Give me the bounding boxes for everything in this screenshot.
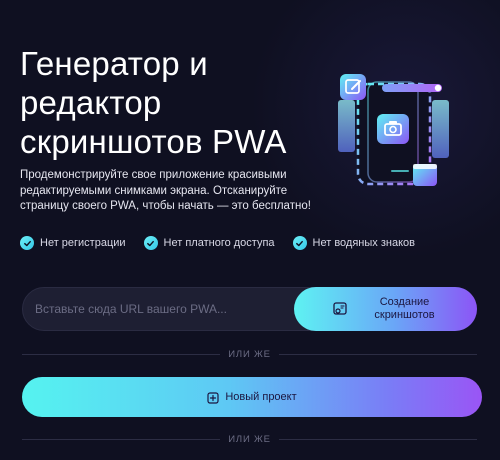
page-title: Генератор и редактор скриншотов PWA — [20, 45, 287, 160]
or-divider-label: ИЛИ ЖЕ — [228, 433, 271, 445]
screenshot-icon — [332, 301, 348, 317]
feature-item: Нет регистрации — [20, 236, 126, 250]
feature-label: Нет водяных знаков — [312, 237, 415, 249]
edit-icon — [340, 74, 366, 100]
new-project-label: Новый проект — [225, 391, 297, 403]
pwa-url-input[interactable] — [23, 288, 293, 330]
or-divider: ИЛИ ЖЕ — [22, 348, 478, 360]
url-form: Создание скриншотов — [22, 287, 477, 331]
feature-item: Нет водяных знаков — [292, 236, 415, 250]
feature-list: Нет регистрации Нет платного доступа Нет… — [20, 235, 490, 251]
feature-item: Нет платного доступа — [143, 236, 275, 250]
hero-illustration — [338, 74, 449, 186]
plus-square-icon — [207, 391, 219, 404]
create-screenshots-button[interactable]: Создание скриншотов — [294, 287, 477, 331]
new-project-button[interactable]: Новый проект — [22, 377, 482, 417]
hero-description: Продемонстрируйте свое приложение красив… — [20, 169, 311, 212]
check-icon — [143, 236, 158, 250]
check-icon — [292, 236, 307, 250]
feature-label: Нет регистрации — [40, 237, 126, 249]
check-icon — [20, 236, 34, 250]
create-screenshots-label: Создание скриншотов — [374, 296, 435, 321]
or-divider-label: ИЛИ ЖЕ — [228, 348, 271, 360]
feature-label: Нет платного доступа — [163, 237, 275, 249]
or-divider: ИЛИ ЖЕ — [22, 433, 478, 445]
